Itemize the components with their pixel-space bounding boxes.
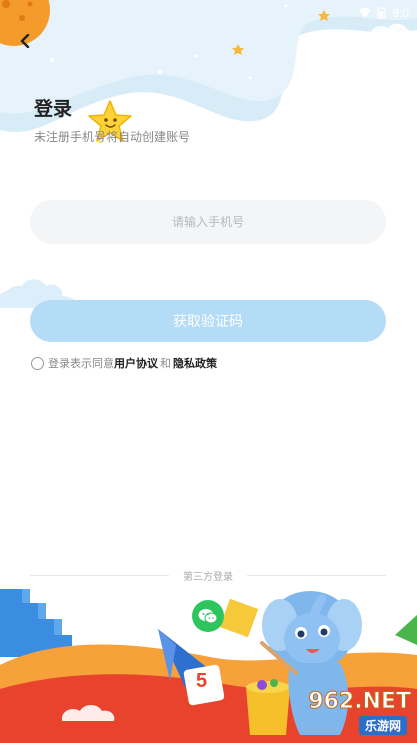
status-bar: 9:0: [359, 0, 417, 26]
privacy-policy-link[interactable]: 隐私政策: [173, 355, 217, 371]
user-agreement-link[interactable]: 用户协议: [114, 355, 158, 371]
phone-number-input[interactable]: [30, 200, 386, 244]
dice-number: 5: [196, 670, 208, 692]
agreement-row: 登录表示同意 用户协议 和 隐私政策: [31, 355, 217, 371]
chevron-left-icon: [20, 34, 30, 48]
wechat-icon: [198, 609, 218, 624]
page-title: 登录: [34, 98, 73, 120]
watermark-top: 962.NET: [308, 689, 412, 715]
agreement-prefix: 登录表示同意: [48, 357, 114, 370]
agreement-and: 和: [160, 357, 171, 370]
get-code-button[interactable]: 获取验证码: [30, 300, 386, 342]
watermark: 962.NET 乐游网: [281, 689, 411, 735]
battery-icon: [377, 7, 386, 19]
wechat-login-button[interactable]: [192, 600, 224, 632]
third-party-label: 第三方登录: [183, 571, 233, 583]
page-subtitle: 未注册手机号将自动创建账号: [34, 130, 191, 144]
divider-line-right: [247, 574, 386, 576]
status-time: 9:0: [392, 6, 409, 20]
third-party-divider: 第三方登录: [30, 567, 386, 583]
wifi-icon: [359, 8, 372, 18]
watermark-bottom: 乐游网: [358, 716, 407, 735]
back-button[interactable]: [14, 30, 36, 52]
agreement-checkbox[interactable]: [31, 356, 44, 370]
divider-line-left: [30, 574, 169, 576]
